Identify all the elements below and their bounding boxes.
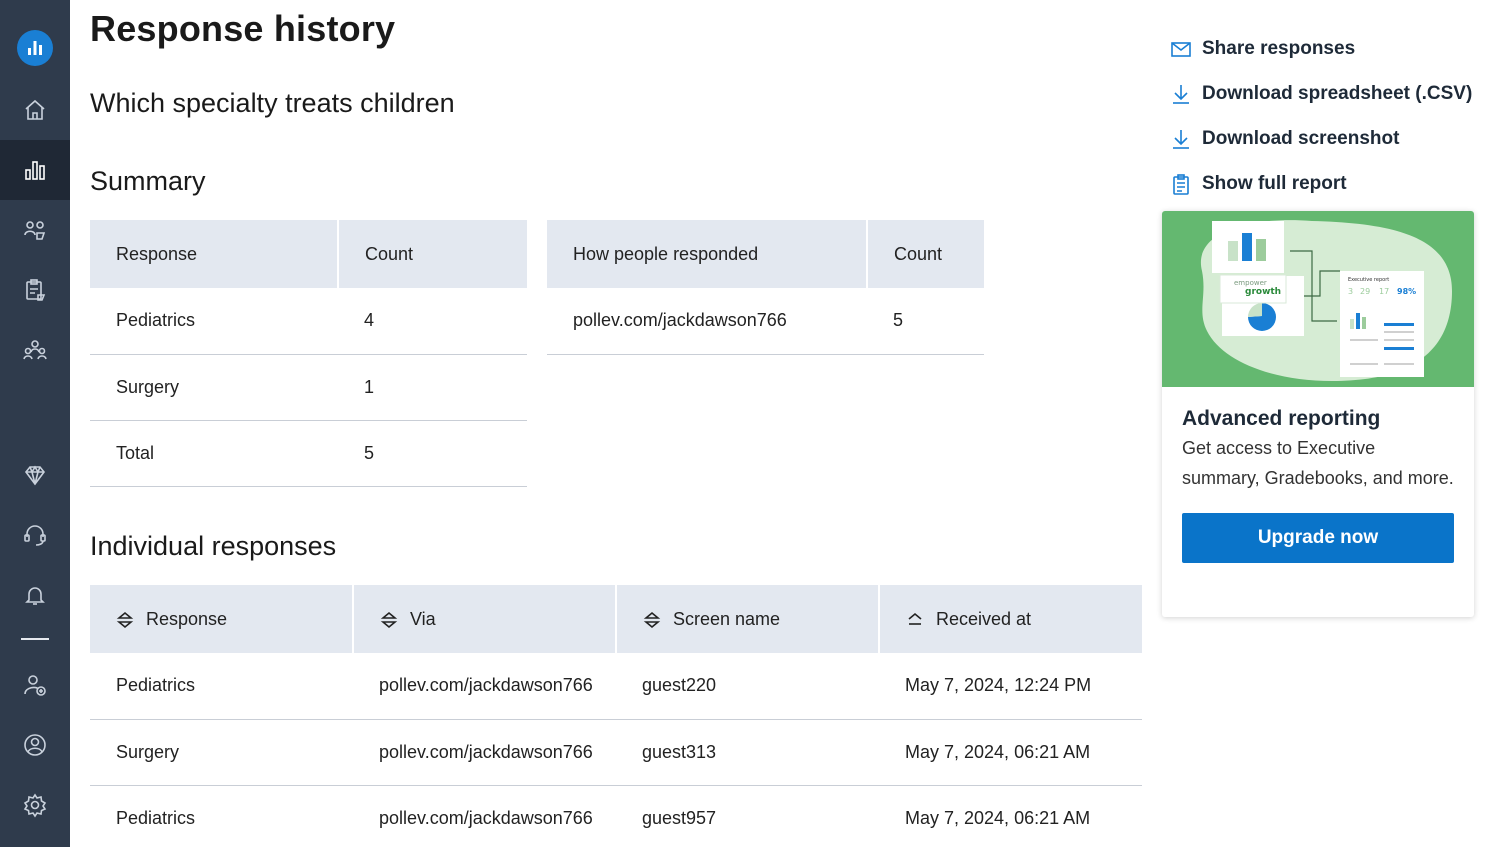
page-title: Response history [90,8,396,49]
home-icon[interactable] [0,80,70,140]
svg-text:17: 17 [1379,287,1389,296]
reports-icon[interactable] [0,260,70,320]
column-header-screen-name[interactable]: Screen name [615,585,879,653]
table-cell: guest313 [616,719,879,786]
table-cell: Surgery [90,354,338,421]
svg-text:growth: growth [1245,287,1281,297]
promo-description: Get access to Executive summary, Gradebo… [1182,438,1454,488]
table-cell: Total [90,420,338,487]
column-header-response[interactable]: Response [90,585,353,653]
svg-text:empower: empower [1234,279,1267,287]
upgrade-now-button[interactable]: Upgrade now [1182,513,1454,563]
column-header-via[interactable]: Via [352,585,616,653]
download-icon [1173,129,1189,149]
show-full-report-button[interactable]: Show full report [1170,161,1472,206]
table-cell: 5 [867,288,984,355]
individual-responses-heading: Individual responses [90,531,337,561]
svg-text:Executive report: Executive report [1348,277,1389,283]
column-header: Count [866,220,984,288]
share-responses-button[interactable]: Share responses [1170,26,1472,71]
promo-title: Advanced reporting [1182,407,1381,430]
table-row: Pediatrics 4 [90,288,527,355]
question-title: Which specialty treats children [90,88,455,118]
table-cell: 1 [338,354,527,421]
download-icon [1173,84,1189,104]
sort-icon [643,611,661,628]
sidebar [0,0,70,847]
table-cell: Pediatrics [90,653,353,720]
table-row: Surgery pollev.com/jackdawson766 guest31… [90,719,1142,786]
profile-icon[interactable] [0,715,70,775]
sort-icon [116,611,134,628]
table-row: Pediatrics pollev.com/jackdawson766 gues… [90,653,1142,720]
table-cell: guest220 [616,653,879,720]
table-row: Surgery 1 [90,354,527,421]
table-cell: pollev.com/jackdawson766 [353,719,616,786]
table-cell: May 7, 2024, 12:24 PM [879,653,1142,720]
groups-icon[interactable] [0,320,70,380]
actions-panel: Share responses Download spreadsheet (.C… [1170,26,1472,206]
column-header: Count [337,220,527,288]
summary-heading: Summary [90,166,206,196]
svg-text:29: 29 [1360,287,1370,296]
table-cell: Surgery [90,719,353,786]
add-user-icon[interactable] [0,655,70,715]
table-cell: Pediatrics [90,288,338,355]
participants-icon[interactable] [0,200,70,260]
table-row: Total 5 [90,420,527,487]
sidebar-divider [21,638,49,640]
table-cell: 5 [338,420,527,487]
table-cell: pollev.com/jackdawson766 [547,288,867,355]
summary-via-table: How people responded Count pollev.com/ja… [547,220,984,355]
column-header-received-at[interactable]: Received at [878,585,1142,653]
table-cell: pollev.com/jackdawson766 [353,785,616,847]
table-cell: Pediatrics [90,785,353,847]
column-header: How people responded [547,220,867,288]
table-cell: 4 [338,288,527,355]
individual-responses-table: Response Via Screen name Received at Ped… [90,585,1142,847]
results-icon[interactable] [0,140,70,200]
sort-icon [380,611,398,628]
notifications-icon[interactable] [0,565,70,625]
download-csv-button[interactable]: Download spreadsheet (.CSV) [1170,71,1472,116]
promo-illustration: empower growth Executive report 3 29 17 … [1162,211,1474,387]
settings-icon[interactable] [0,775,70,835]
mail-icon [1171,41,1191,57]
svg-text:98%: 98% [1397,287,1416,296]
table-cell: guest957 [616,785,879,847]
promo-body: Advanced reporting Get access to Executi… [1162,387,1474,563]
download-screenshot-button[interactable]: Download screenshot [1170,116,1472,161]
column-header: Response [90,220,338,288]
table-row: pollev.com/jackdawson766 5 [547,288,984,355]
support-icon[interactable] [0,505,70,565]
table-cell: pollev.com/jackdawson766 [353,653,616,720]
premium-icon[interactable] [0,445,70,505]
table-cell: May 7, 2024, 06:21 AM [879,719,1142,786]
table-row: Pediatrics pollev.com/jackdawson766 gues… [90,785,1142,847]
summary-response-table: Response Count Pediatrics 4 Surgery 1 To… [90,220,527,487]
svg-text:3: 3 [1348,287,1353,296]
clipboard-icon [1173,173,1189,195]
advanced-reporting-card: empower growth Executive report 3 29 17 … [1162,211,1474,617]
sort-ascending-icon [908,612,922,625]
table-cell: May 7, 2024, 06:21 AM [879,785,1142,847]
logo-icon[interactable] [17,30,53,66]
